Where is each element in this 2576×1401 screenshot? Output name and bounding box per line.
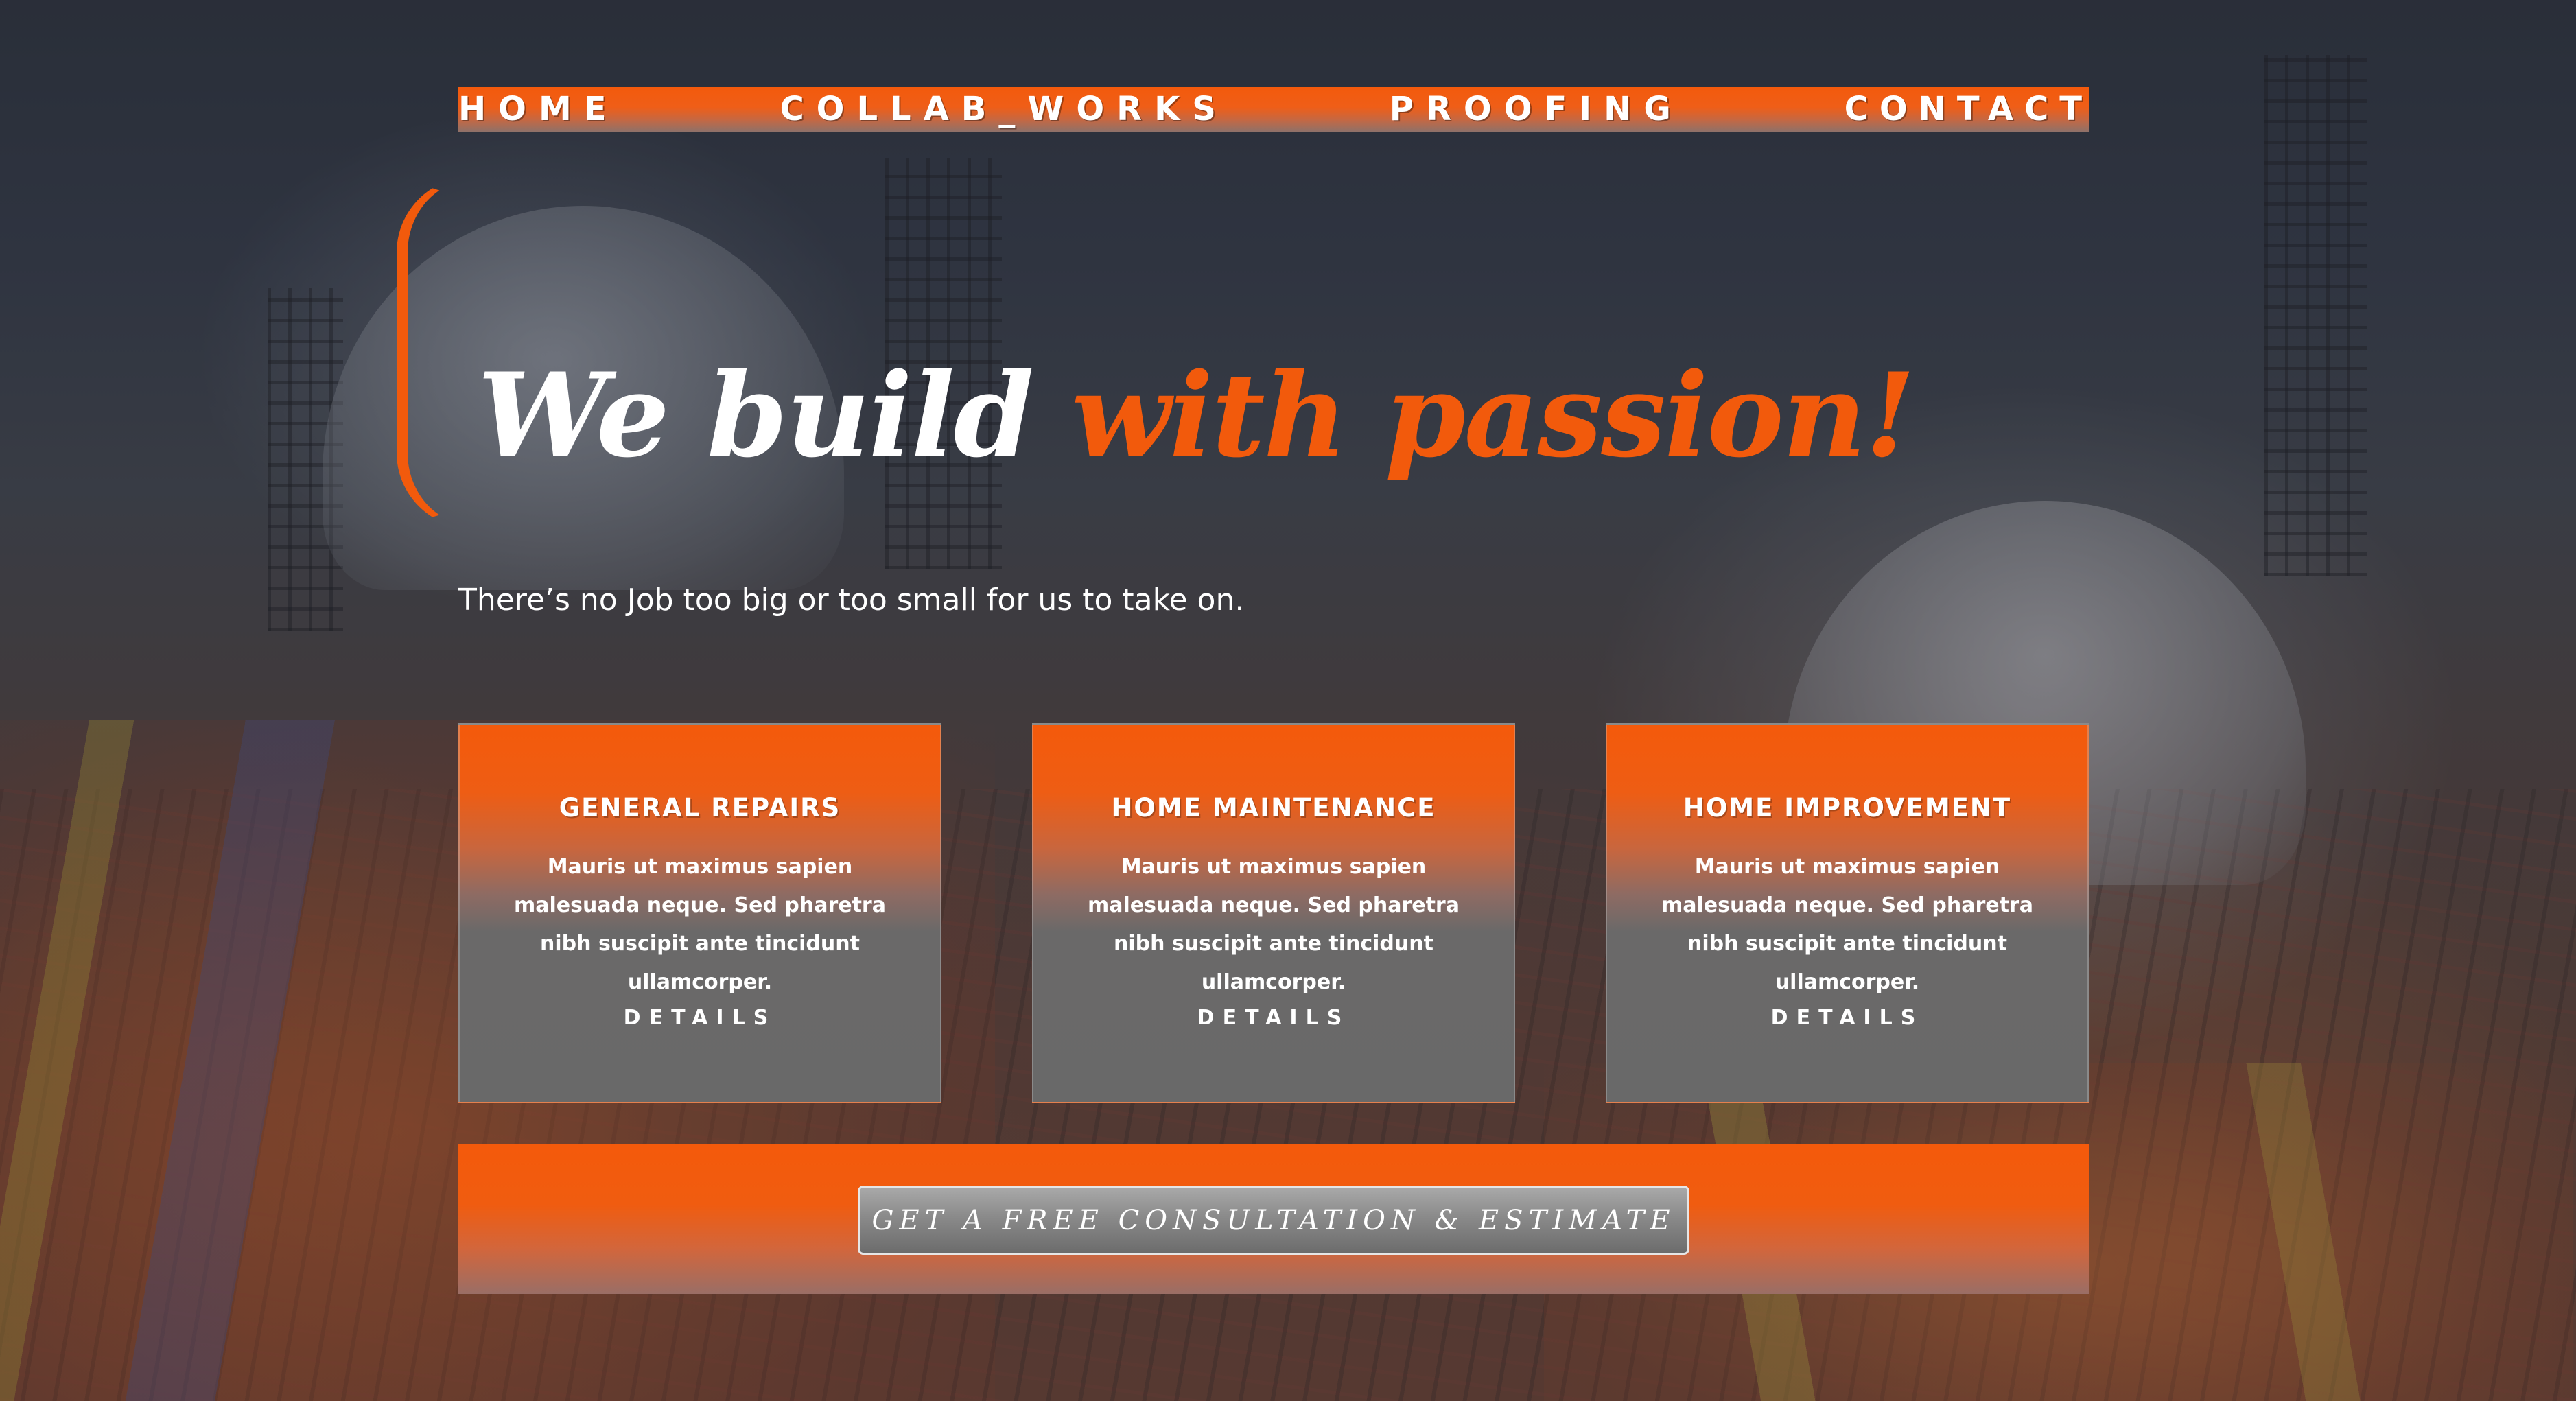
nav-item-contact[interactable]: CONTACT [1845,87,2093,132]
service-card-home-maintenance: HOME MAINTENANCE Mauris ut maximus sapie… [1032,723,1515,1103]
hero-title-orange: with passion! [1071,347,1916,483]
details-link[interactable]: DETAILS [1033,1006,1514,1030]
service-card-home-improvement: HOME IMPROVEMENT Mauris ut maximus sapie… [1606,723,2089,1103]
card-title: HOME MAINTENANCE [1111,793,1436,823]
hero-subtitle: There’s no Job too big or too small for … [458,582,1245,617]
nav-item-proofing[interactable]: PROOFING [1390,87,1683,132]
card-text: Mauris ut maximus sapien malesuada neque… [514,855,886,994]
card-text: Mauris ut maximus sapien malesuada neque… [1661,855,2033,994]
service-card-general-repairs: GENERAL REPAIRS Mauris ut maximus sapien… [458,723,941,1103]
card-title: HOME IMPROVEMENT [1683,793,2012,823]
card-title: GENERAL REPAIRS [559,793,841,823]
free-consultation-button[interactable]: GET A FREE CONSULTATION & ESTIMATE [858,1186,1689,1255]
hero-title: We build with passion! [478,343,1916,487]
main-nav: HOME COLLAB_WORKS PROOFING CONTACT [458,87,2089,132]
nav-item-collab-works[interactable]: COLLAB_WORKS [780,87,1228,132]
decorative-bracket [397,177,479,528]
nav-item-home[interactable]: HOME [458,87,619,132]
details-link[interactable]: DETAILS [460,1006,940,1030]
card-text: Mauris ut maximus sapien malesuada neque… [1088,855,1460,994]
details-link[interactable]: DETAILS [1607,1006,2087,1030]
hero-title-white: We build [478,347,1034,483]
